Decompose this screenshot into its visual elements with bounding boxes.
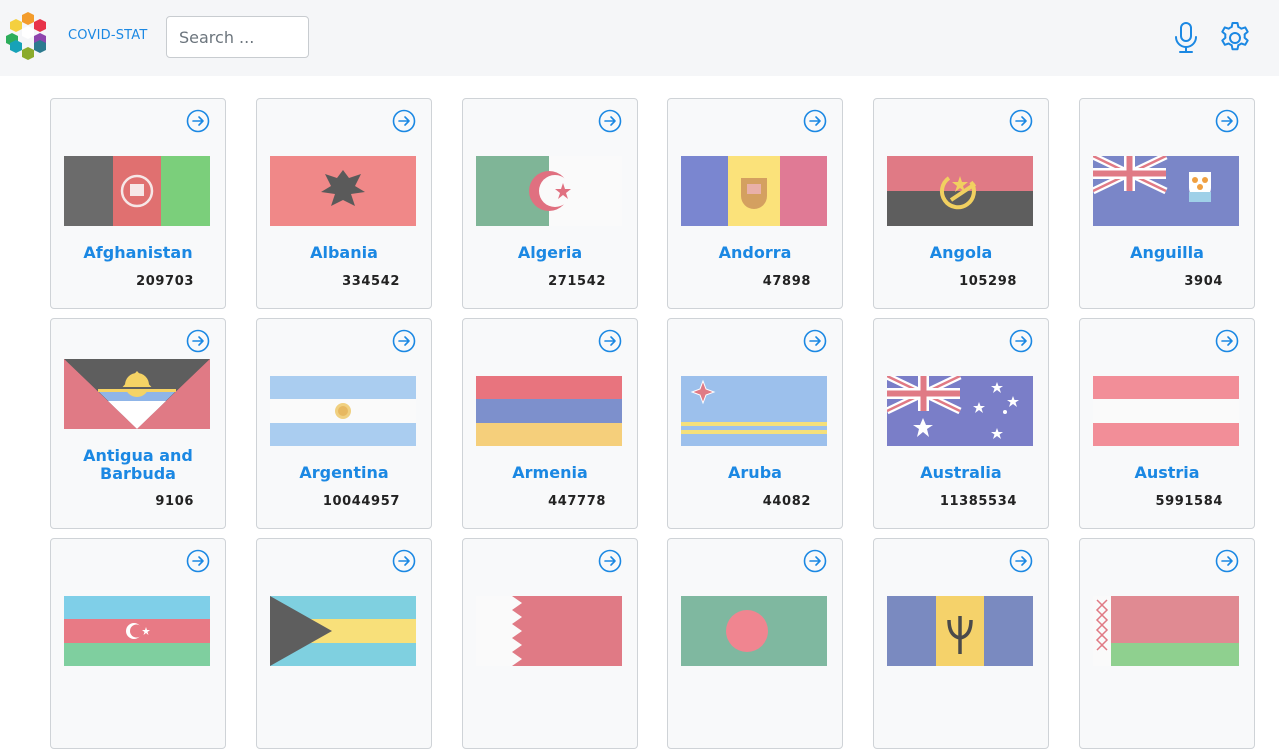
case-count: 334542 (342, 274, 400, 289)
belarus-flag (1093, 596, 1239, 666)
top-navbar: COVID-STAT (0, 0, 1279, 76)
country-card-armenia[interactable]: Armenia 447778 (462, 318, 638, 529)
afghanistan-flag (64, 156, 210, 226)
angola-flag (887, 156, 1033, 226)
country-name[interactable]: Afghanistan (59, 244, 217, 262)
country-card-bahamas[interactable] (256, 538, 432, 749)
country-card-angola[interactable]: Angola 105298 (873, 98, 1049, 309)
country-card-bahrain[interactable] (462, 538, 638, 749)
arrow-right-circle-icon[interactable] (186, 109, 210, 133)
case-count: 5991584 (1155, 494, 1223, 509)
country-card-afghanistan[interactable]: Afghanistan 209703 (50, 98, 226, 309)
country-name[interactable]: Australia (882, 464, 1040, 482)
country-name[interactable]: Antigua and Barbuda (59, 447, 217, 483)
case-count: 447778 (548, 494, 606, 509)
case-count: 209703 (136, 274, 194, 289)
arrow-right-circle-icon[interactable] (186, 549, 210, 573)
country-name[interactable]: Andorra (676, 244, 834, 262)
arrow-right-circle-icon[interactable] (598, 329, 622, 353)
country-card-argentina[interactable]: Argentina 10044957 (256, 318, 432, 529)
arrow-right-circle-icon[interactable] (392, 109, 416, 133)
arrow-right-circle-icon[interactable] (598, 109, 622, 133)
country-card-australia[interactable]: Australia 11385534 (873, 318, 1049, 529)
bahrain-flag (476, 596, 622, 666)
algeria-flag (476, 156, 622, 226)
arrow-right-circle-icon[interactable] (392, 329, 416, 353)
case-count: 105298 (959, 274, 1017, 289)
country-name[interactable]: Argentina (265, 464, 423, 482)
country-name[interactable]: Algeria (471, 244, 629, 262)
country-name[interactable]: Angola (882, 244, 1040, 262)
gear-icon[interactable] (1217, 20, 1253, 56)
arrow-right-circle-icon[interactable] (186, 329, 210, 353)
app-logo[interactable] (5, 12, 59, 62)
case-count: 10044957 (322, 494, 400, 509)
bangladesh-flag (681, 596, 827, 666)
brand-name[interactable]: COVID-STAT (68, 28, 148, 43)
arrow-right-circle-icon[interactable] (1215, 329, 1239, 353)
country-card-antigua-and-barbuda[interactable]: Antigua and Barbuda 9106 (50, 318, 226, 529)
country-card-albania[interactable]: Albania 334542 (256, 98, 432, 309)
arrow-right-circle-icon[interactable] (1215, 109, 1239, 133)
country-name[interactable]: Anguilla (1088, 244, 1246, 262)
country-card-belarus[interactable] (1079, 538, 1255, 749)
bahamas-flag (270, 596, 416, 666)
andorra-flag (681, 156, 827, 226)
search-input[interactable] (166, 16, 309, 58)
albania-flag (270, 156, 416, 226)
austria-flag (1093, 376, 1239, 446)
arrow-right-circle-icon[interactable] (1009, 329, 1033, 353)
arrow-right-circle-icon[interactable] (803, 329, 827, 353)
arrow-right-circle-icon[interactable] (1009, 109, 1033, 133)
aruba-flag (681, 376, 827, 446)
country-card-austria[interactable]: Austria 5991584 (1079, 318, 1255, 529)
case-count: 3904 (1184, 274, 1223, 289)
country-card-bangladesh[interactable] (667, 538, 843, 749)
arrow-right-circle-icon[interactable] (392, 549, 416, 573)
country-name[interactable]: Austria (1088, 464, 1246, 482)
case-count: 271542 (548, 274, 606, 289)
armenia-flag (476, 376, 622, 446)
country-card-barbados[interactable] (873, 538, 1049, 749)
arrow-right-circle-icon[interactable] (1009, 549, 1033, 573)
case-count: 47898 (762, 274, 811, 289)
arrow-right-circle-icon[interactable] (1215, 549, 1239, 573)
country-card-algeria[interactable]: Algeria 271542 (462, 98, 638, 309)
case-count: 11385534 (939, 494, 1017, 509)
antigua-and-barbuda-flag (64, 359, 210, 429)
anguilla-flag (1093, 156, 1239, 226)
country-name[interactable]: Aruba (676, 464, 834, 482)
country-card-anguilla[interactable]: Anguilla 3904 (1079, 98, 1255, 309)
country-card-aruba[interactable]: Aruba 44082 (667, 318, 843, 529)
country-name[interactable]: Albania (265, 244, 423, 262)
australia-flag (887, 376, 1033, 446)
argentina-flag (270, 376, 416, 446)
arrow-right-circle-icon[interactable] (598, 549, 622, 573)
country-card-andorra[interactable]: Andorra 47898 (667, 98, 843, 309)
case-count: 44082 (762, 494, 811, 509)
microphone-icon[interactable] (1168, 20, 1204, 56)
azerbaijan-flag (64, 596, 210, 666)
arrow-right-circle-icon[interactable] (803, 549, 827, 573)
country-card-azerbaijan[interactable] (50, 538, 226, 749)
barbados-flag (887, 596, 1033, 666)
arrow-right-circle-icon[interactable] (803, 109, 827, 133)
country-name[interactable]: Armenia (471, 464, 629, 482)
case-count: 9106 (155, 494, 194, 509)
